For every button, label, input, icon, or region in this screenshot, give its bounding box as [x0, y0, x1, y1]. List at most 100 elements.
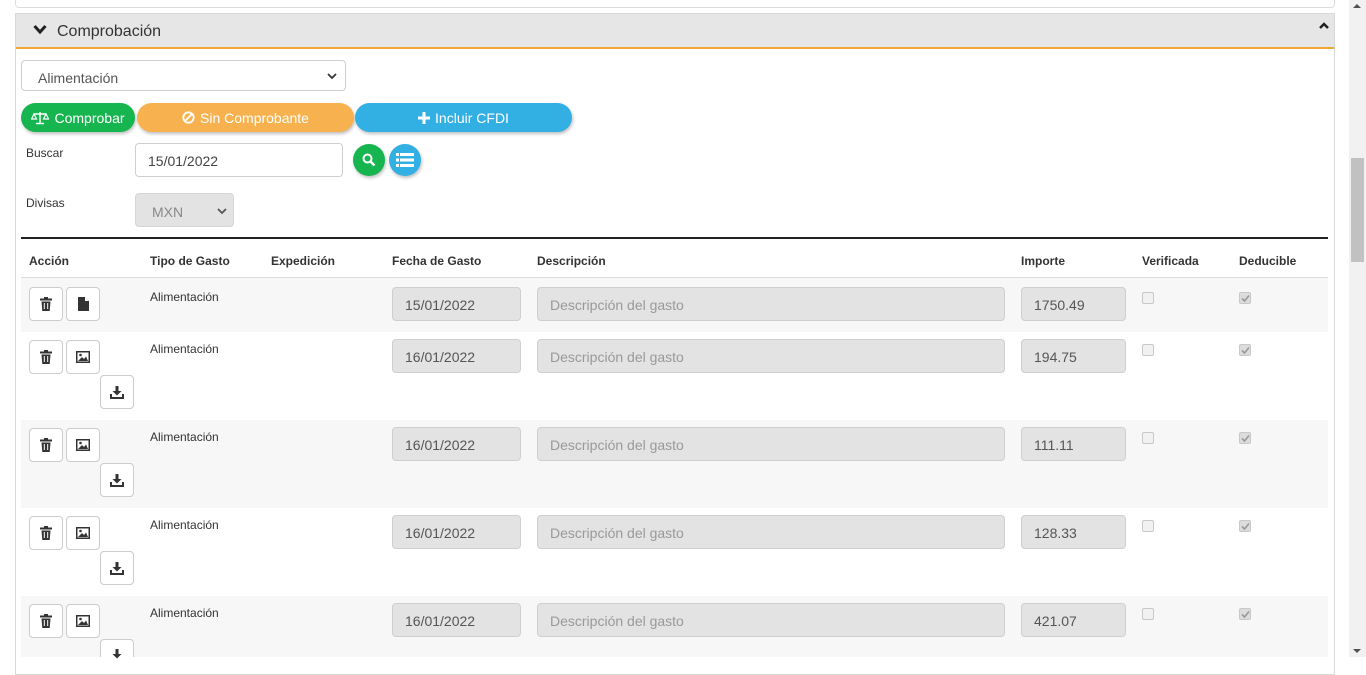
search-input[interactable]: 15/01/2022 [135, 143, 343, 177]
download-icon [110, 473, 124, 487]
importe-field: 111.11 [1021, 427, 1126, 461]
header-accion: Acción [29, 254, 70, 268]
download-icon [110, 561, 124, 575]
deducible-checkbox[interactable] [1239, 344, 1251, 356]
fecha-field: 16/01/2022 [392, 427, 521, 461]
trash-icon [40, 297, 52, 311]
fecha-field: 16/01/2022 [392, 603, 521, 637]
panel-header[interactable]: Comprobación [16, 14, 1334, 49]
collapse-chevron-up-icon[interactable] [1318, 21, 1330, 31]
incluir-cfdi-button[interactable]: Incluir CFDI [355, 103, 572, 132]
file-icon [77, 297, 89, 311]
verificada-checkbox[interactable] [1142, 520, 1154, 532]
deducible-checkbox[interactable] [1239, 292, 1251, 304]
download-button[interactable] [100, 375, 134, 409]
ban-icon [182, 111, 195, 124]
fecha-field: 16/01/2022 [392, 515, 521, 549]
checkmark-icon [1241, 294, 1250, 303]
view-image-button[interactable] [66, 340, 100, 374]
deducible-checkbox[interactable] [1239, 608, 1251, 620]
delete-button[interactable] [29, 428, 63, 462]
comprobar-label: Comprobar [54, 109, 125, 126]
header-descripcion: Descripción [537, 254, 606, 268]
divisas-select-value: MXN [152, 204, 184, 220]
importe-value: 128.33 [1034, 525, 1077, 541]
header-fecha-gasto: Fecha de Gasto [392, 254, 482, 268]
list-button[interactable] [389, 144, 421, 176]
descripcion-field: Descripción del gasto [537, 603, 1005, 637]
descripcion-placeholder: Descripción del gasto [550, 525, 684, 541]
checkmark-icon [1241, 522, 1250, 531]
sin-comprobante-label: Sin Comprobante [200, 109, 309, 126]
download-button[interactable] [100, 551, 134, 585]
chevron-down-icon[interactable] [33, 23, 47, 35]
importe-value: 1750.49 [1034, 297, 1085, 313]
select-arrow-icon [327, 73, 337, 80]
descripcion-field: Descripción del gasto [537, 427, 1005, 461]
delete-button[interactable] [29, 516, 63, 550]
verificada-checkbox[interactable] [1142, 292, 1154, 304]
divisas-select: MXN [135, 193, 234, 227]
comprobar-button[interactable]: Comprobar [21, 103, 135, 132]
trash-icon [40, 526, 52, 540]
scrollbar-thumb[interactable] [1351, 158, 1364, 262]
table-top-border [21, 237, 1328, 239]
scroll-up-arrow-icon[interactable] [1352, 3, 1362, 9]
trash-icon [40, 438, 52, 452]
search-button[interactable] [353, 144, 385, 176]
table-row: Alimentación 16/01/2022 Descripción del … [21, 596, 1328, 659]
trash-icon [40, 350, 52, 364]
view-file-button[interactable] [66, 287, 100, 321]
tipo-gasto: Alimentación [150, 606, 219, 620]
fecha-value: 16/01/2022 [405, 349, 476, 365]
delete-button[interactable] [29, 340, 63, 374]
view-image-button[interactable] [66, 428, 100, 462]
fecha-value: 16/01/2022 [405, 613, 476, 629]
tipo-gasto: Alimentación [150, 518, 219, 532]
header-deducible: Deducible [1239, 254, 1297, 268]
fecha-value: 15/01/2022 [405, 297, 476, 313]
delete-button[interactable] [29, 287, 63, 321]
verificada-checkbox[interactable] [1142, 344, 1154, 356]
deducible-checkbox[interactable] [1239, 432, 1251, 444]
scroll-down-arrow-icon[interactable] [1352, 648, 1362, 654]
view-image-button[interactable] [66, 516, 100, 550]
fecha-field: 15/01/2022 [392, 287, 521, 321]
tipo-gasto: Alimentación [150, 430, 219, 444]
importe-field: 128.33 [1021, 515, 1126, 549]
incluir-cfdi-label: Incluir CFDI [435, 109, 509, 126]
deducible-checkbox[interactable] [1239, 520, 1251, 532]
importe-value: 111.11 [1034, 437, 1074, 453]
importe-field: 194.75 [1021, 339, 1126, 373]
checkmark-icon [1241, 346, 1250, 355]
verificada-checkbox[interactable] [1142, 432, 1154, 444]
fecha-value: 16/01/2022 [405, 525, 476, 541]
table-row: Alimentación 16/01/2022 Descripción del … [21, 332, 1328, 420]
descripcion-field: Descripción del gasto [537, 287, 1005, 321]
table-row: Alimentación 16/01/2022 Descripción del … [21, 508, 1328, 596]
list-icon [396, 153, 414, 167]
delete-button[interactable] [29, 604, 63, 638]
verificada-checkbox[interactable] [1142, 608, 1154, 620]
table-row: Alimentación 16/01/2022 Descripción del … [21, 420, 1328, 508]
header-tipo-gasto: Tipo de Gasto [150, 254, 230, 268]
download-button[interactable] [100, 639, 134, 659]
image-icon [76, 615, 90, 627]
category-select[interactable]: Alimentación [21, 60, 346, 91]
image-icon [76, 527, 90, 539]
fecha-value: 16/01/2022 [405, 437, 476, 453]
importe-field: 1750.49 [1021, 287, 1126, 321]
importe-field: 421.07 [1021, 603, 1126, 637]
select-arrow-icon [217, 208, 227, 215]
fecha-field: 16/01/2022 [392, 339, 521, 373]
download-button[interactable] [100, 463, 134, 497]
tipo-gasto: Alimentación [150, 290, 219, 304]
category-select-value: Alimentación [38, 70, 119, 86]
divisas-label: Divisas [26, 196, 65, 210]
table-row: Alimentación 15/01/2022 Descripción del … [21, 278, 1328, 332]
header-expedicion: Expedición [271, 254, 336, 268]
vertical-scrollbar[interactable] [1349, 0, 1366, 657]
view-image-button[interactable] [66, 604, 100, 638]
descripcion-placeholder: Descripción del gasto [550, 437, 684, 453]
sin-comprobante-button[interactable]: Sin Comprobante [137, 103, 354, 132]
